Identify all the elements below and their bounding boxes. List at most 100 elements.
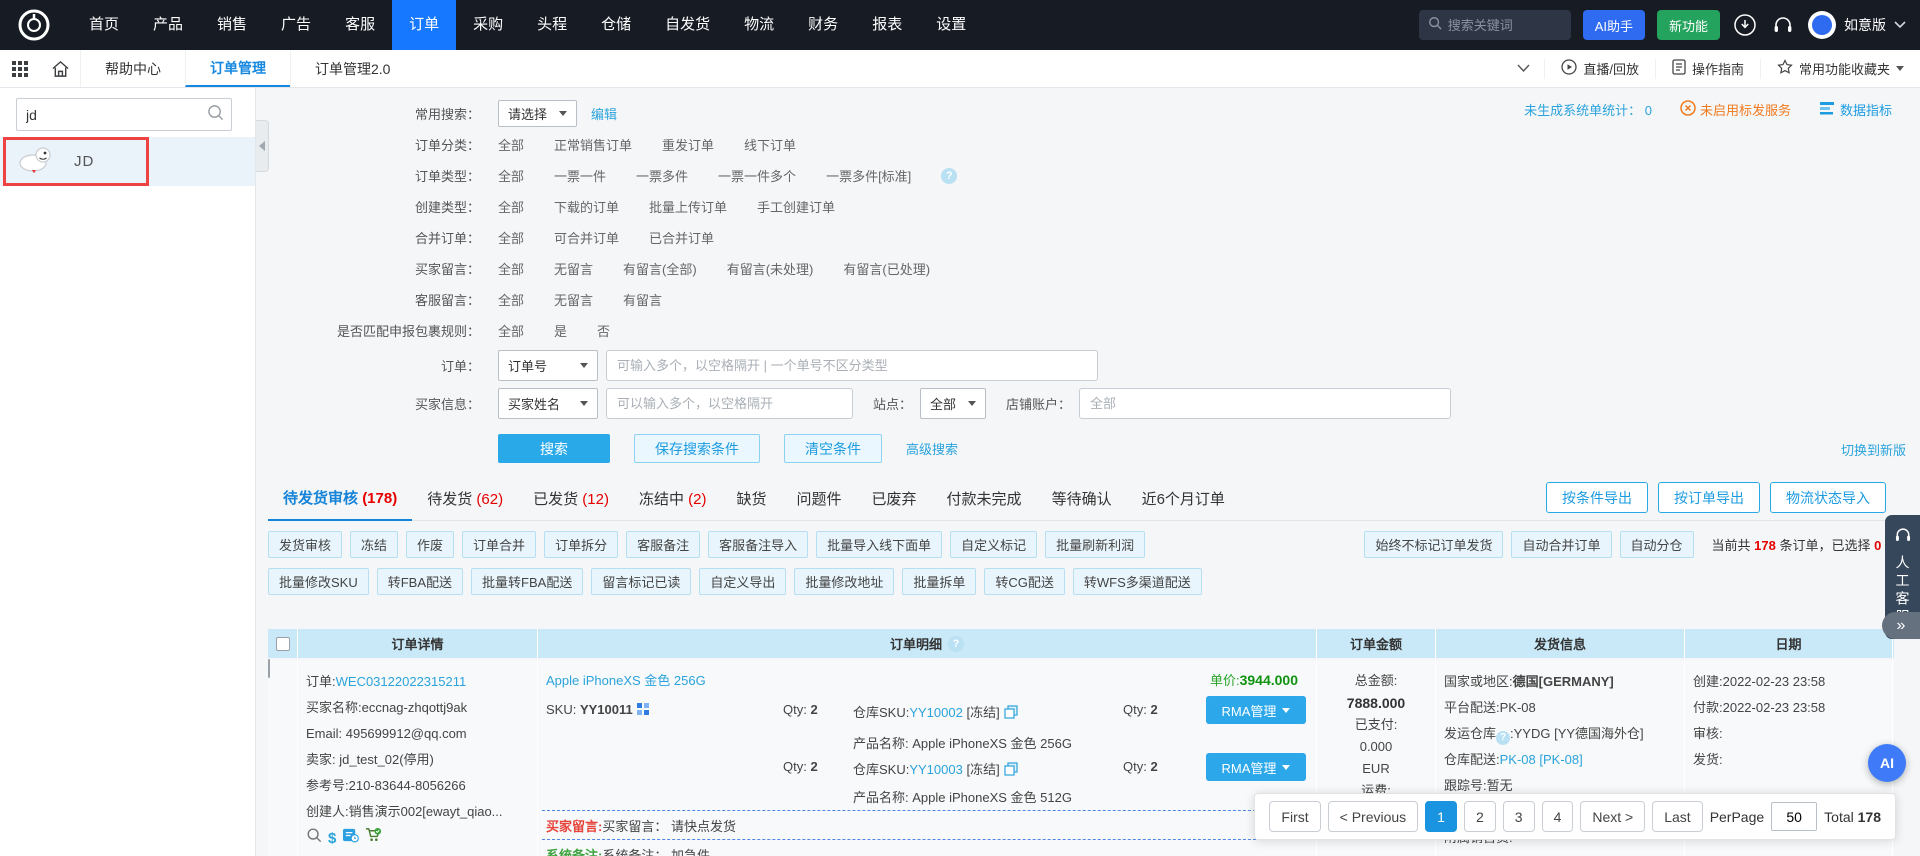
select-all-checkbox[interactable] — [275, 636, 290, 651]
dollar-profit-icon[interactable]: $ — [328, 826, 336, 852]
last-page-button[interactable]: Last — [1652, 801, 1703, 832]
nav-item-purchase[interactable]: 采购 — [456, 0, 520, 50]
nav-item-reports[interactable]: 报表 — [855, 0, 919, 50]
export-by-condition-button[interactable]: 按条件导出 — [1546, 482, 1648, 513]
nav-item-sales[interactable]: 销售 — [200, 0, 264, 50]
page-button-2[interactable]: 2 — [1463, 801, 1496, 832]
order-no-type-select[interactable]: 订单号 — [498, 349, 598, 381]
filter-option[interactable]: 可合并订单 — [554, 228, 619, 247]
nav-item-customer-service[interactable]: 客服 — [328, 0, 392, 50]
copy-icon[interactable] — [1004, 762, 1018, 779]
buyer-field-select[interactable]: 买家姓名 — [498, 387, 598, 419]
help-icon[interactable]: ? — [941, 167, 958, 184]
custom-mark-button[interactable]: 自定义标记 — [950, 531, 1038, 558]
sidebar-item-jd[interactable]: JD — [3, 137, 149, 186]
uncreated-orders-stat-link[interactable]: 未生成系统单统计： 0 — [1524, 100, 1652, 119]
next-page-button[interactable]: Next > — [1580, 801, 1646, 832]
warehouse-sku-link[interactable]: YY10003 — [909, 762, 963, 777]
to-fba-delivery-button[interactable]: 转FBA配送 — [376, 568, 464, 595]
filter-option[interactable]: 全部 — [498, 135, 524, 154]
home-icon[interactable] — [40, 50, 80, 87]
merge-orders-button[interactable]: 订单合并 — [462, 531, 537, 558]
bulk-edit-address-button[interactable]: 批量修改地址 — [794, 568, 895, 595]
bulk-refresh-profit-button[interactable]: 批量刷新利润 — [1045, 531, 1146, 558]
schedule-icon[interactable] — [342, 826, 360, 852]
edit-common-search-link[interactable]: 编辑 — [591, 104, 617, 123]
bulk-edit-sku-button[interactable]: 批量修改SKU — [268, 568, 369, 595]
per-page-input[interactable] — [1771, 802, 1818, 831]
warehouse-sku-link[interactable]: YY10002 — [909, 705, 963, 720]
platform-search-input[interactable] — [26, 106, 207, 123]
auto-merge-orders-button[interactable]: 自动合并订单 — [1511, 531, 1612, 558]
tab-awaiting-confirm[interactable]: 等待确认 — [1037, 488, 1127, 520]
apps-grid-icon[interactable] — [0, 50, 40, 87]
download-icon[interactable] — [1732, 12, 1758, 38]
expand-panel-button[interactable]: » — [1882, 612, 1920, 639]
tab-order-management[interactable]: 订单管理 — [185, 50, 290, 87]
to-wfs-multichannel-button[interactable]: 转WFS多渠道配送 — [1072, 568, 1202, 595]
filter-option[interactable]: 一票多件[标准] — [826, 166, 911, 185]
chevron-down-icon[interactable] — [1894, 16, 1906, 34]
tab-to-ship[interactable]: 待发货 (62) — [412, 488, 518, 520]
filter-option[interactable]: 全部 — [498, 228, 524, 247]
warehouse-delivery-link[interactable]: PK-08 [PK-08] — [1500, 752, 1583, 767]
service-note-import-button[interactable]: 客服备注导入 — [708, 531, 809, 558]
edition-label[interactable]: 如意版 — [1844, 15, 1886, 35]
order-no-input[interactable] — [606, 349, 1098, 381]
ship-review-button[interactable]: 发货审核 — [268, 531, 343, 558]
global-search-box[interactable] — [1418, 10, 1571, 40]
rma-manage-button[interactable]: RMA管理 — [1206, 753, 1306, 781]
freeze-button[interactable]: 冻结 — [350, 531, 399, 558]
magnifier-icon[interactable] — [306, 826, 322, 852]
tab-order-management-2[interactable]: 订单管理2.0 — [290, 50, 414, 87]
help-icon[interactable]: ? — [948, 635, 964, 652]
nav-item-home[interactable]: 首页 — [72, 0, 136, 50]
tab-shipped[interactable]: 已发货 (12) — [518, 488, 624, 520]
tab-pending-review[interactable]: 待发货审核 (178) — [268, 487, 413, 521]
row-checkbox[interactable] — [268, 659, 270, 678]
bulk-to-fba-delivery-button[interactable]: 批量转FBA配送 — [471, 568, 584, 595]
nav-item-finance[interactable]: 财务 — [791, 0, 855, 50]
filter-option[interactable]: 全部 — [498, 197, 524, 216]
platform-search-box[interactable] — [16, 98, 232, 131]
filter-option[interactable]: 全部 — [498, 166, 524, 185]
tab-frozen[interactable]: 冻结中 (2) — [624, 488, 722, 520]
split-order-button[interactable]: 订单拆分 — [544, 531, 619, 558]
filter-option[interactable]: 有留言(已处理) — [843, 259, 930, 278]
filter-option[interactable]: 有留言 — [623, 290, 662, 309]
ai-floating-button[interactable]: AI — [1868, 744, 1906, 782]
service-note-button[interactable]: 客服备注 — [626, 531, 701, 558]
advanced-search-link[interactable]: 高级搜索 — [906, 439, 958, 458]
nav-item-settings[interactable]: 设置 — [919, 0, 983, 50]
filter-option[interactable]: 已合并订单 — [649, 228, 714, 247]
void-button[interactable]: 作废 — [406, 531, 455, 558]
filter-option[interactable]: 线下订单 — [744, 135, 796, 154]
tab-help-center[interactable]: 帮助中心 — [80, 50, 185, 87]
filter-option[interactable]: 否 — [597, 321, 610, 340]
filter-option[interactable]: 是 — [554, 321, 567, 340]
global-search-input[interactable] — [1447, 17, 1558, 33]
tab-problem[interactable]: 问题件 — [782, 488, 857, 520]
export-by-order-button[interactable]: 按订单导出 — [1658, 482, 1760, 513]
filter-option[interactable]: 全部 — [498, 290, 524, 309]
filter-option[interactable]: 批量上传订单 — [649, 197, 727, 216]
search-button[interactable]: 搜索 — [498, 434, 610, 463]
help-icon[interactable]: ? — [1496, 731, 1511, 745]
nav-item-warehouse[interactable]: 仓储 — [584, 0, 648, 50]
to-cg-delivery-button[interactable]: 转CG配送 — [984, 568, 1065, 595]
site-select[interactable]: 全部 — [920, 387, 987, 419]
nav-item-orders[interactable]: 订单 — [392, 0, 457, 50]
mark-message-read-button[interactable]: 留言标记已读 — [591, 568, 692, 595]
collapse-chevron-icon[interactable] — [1503, 59, 1544, 79]
filter-option[interactable]: 一票一件多个 — [718, 166, 796, 185]
custom-export-button[interactable]: 自定义导出 — [699, 568, 787, 595]
operation-guide-link[interactable]: 操作指南 — [1654, 58, 1760, 79]
filter-option[interactable]: 一票多件 — [636, 166, 688, 185]
tab-voided[interactable]: 已废弃 — [857, 488, 932, 520]
page-button-3[interactable]: 3 — [1502, 801, 1535, 832]
first-page-button[interactable]: First — [1269, 801, 1321, 832]
rma-manage-button[interactable]: RMA管理 — [1206, 696, 1306, 724]
filter-option[interactable]: 全部 — [498, 321, 524, 340]
save-search-button[interactable]: 保存搜索条件 — [634, 434, 760, 463]
copy-icon[interactable] — [1004, 705, 1018, 722]
